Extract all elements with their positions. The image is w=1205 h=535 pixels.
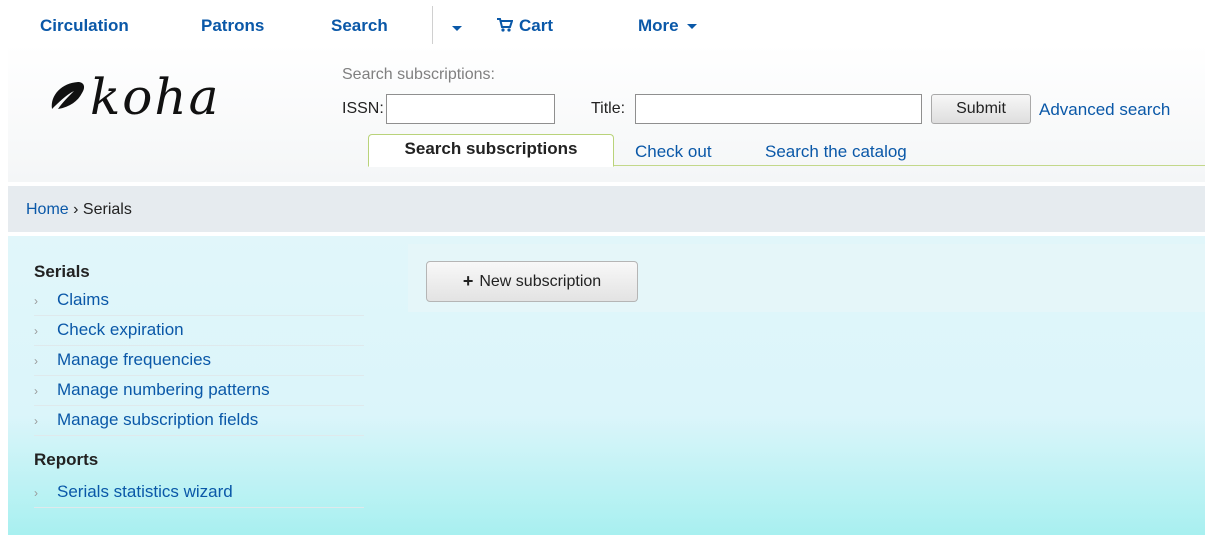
sidebar-heading-reports: Reports [34,450,99,469]
new-subscription-label: New subscription [479,272,602,290]
plus-icon: + [462,271,474,291]
sidebar-item-manage-frequencies[interactable]: › Manage frequencies [34,346,364,376]
sidebar-item-manage-numbering-patterns[interactable]: › Manage numbering patterns [34,376,364,406]
koha-logo[interactable]: koha [48,72,220,122]
title-label: Title: [591,100,626,117]
new-subscription-button[interactable]: + New subscription [426,261,638,302]
nav-search[interactable]: Search [331,16,388,36]
advanced-search-link[interactable]: Advanced search [1039,100,1170,120]
chevron-right-icon: › [34,294,38,308]
nav-circulation[interactable]: Circulation [40,16,129,36]
subscription-search-form: ISSN: Title: Submit Advanced search [342,94,1205,124]
sidebar-item-label: Claims [57,290,109,309]
search-caption: Search subscriptions: [342,66,495,83]
tab-search-subscriptions[interactable]: Search subscriptions [368,134,614,167]
breadcrumb-bar: Home › Serials [8,186,1205,232]
cart-icon [497,18,514,32]
nav-cart-label: Cart [519,16,554,35]
chevron-down-icon [452,26,462,32]
nav-more[interactable]: More [638,16,698,36]
koha-leaf-icon [51,82,85,109]
nav-more-label: More [638,16,679,35]
breadcrumb: Home › Serials [26,201,132,219]
sidebar-item-serials-statistics-wizard[interactable]: › Serials statistics wizard [34,478,364,508]
sidebar-item-label: Serials statistics wizard [57,482,233,501]
sidebar-item-check-expiration[interactable]: › Check expiration [34,316,364,346]
tab-search-catalog[interactable]: Search the catalog [765,142,907,162]
chevron-down-icon [687,24,698,30]
tab-check-out[interactable]: Check out [635,142,712,162]
issn-label: ISSN: [342,100,384,117]
sidebar: Serials › Claims › Check expiration › Ma… [8,236,368,535]
sidebar-item-label: Manage subscription fields [57,410,259,429]
breadcrumb-home[interactable]: Home [26,201,69,218]
sidebar-item-label: Manage numbering patterns [57,380,270,399]
chevron-right-icon: › [34,486,38,500]
breadcrumb-current: Serials [82,201,132,218]
top-navigation: Circulation Patrons Search Cart More [8,6,1205,44]
nav-patrons[interactable]: Patrons [201,16,264,36]
title-input[interactable] [635,94,922,124]
main-content: Serials › Claims › Check expiration › Ma… [8,236,1205,535]
sidebar-item-claims[interactable]: › Claims [34,286,364,316]
submit-button[interactable]: Submit [931,94,1031,124]
sidebar-item-label: Manage frequencies [57,350,212,369]
chevron-right-icon: › [34,354,38,368]
header: koha Search subscriptions: ISSN: Title: … [8,44,1205,182]
nav-cart[interactable]: Cart [497,16,553,36]
chevron-right-icon: › [34,324,38,338]
sidebar-item-label: Check expiration [57,320,184,339]
logo-text: koha [90,68,221,126]
nav-divider [432,6,433,44]
breadcrumb-separator: › [73,201,79,218]
chevron-right-icon: › [34,384,38,398]
search-dropdown-toggle[interactable] [452,18,462,38]
sidebar-item-manage-subscription-fields[interactable]: › Manage subscription fields [34,406,364,436]
chevron-right-icon: › [34,414,38,428]
sidebar-heading-serials: Serials [34,262,90,281]
issn-input[interactable] [386,94,555,124]
